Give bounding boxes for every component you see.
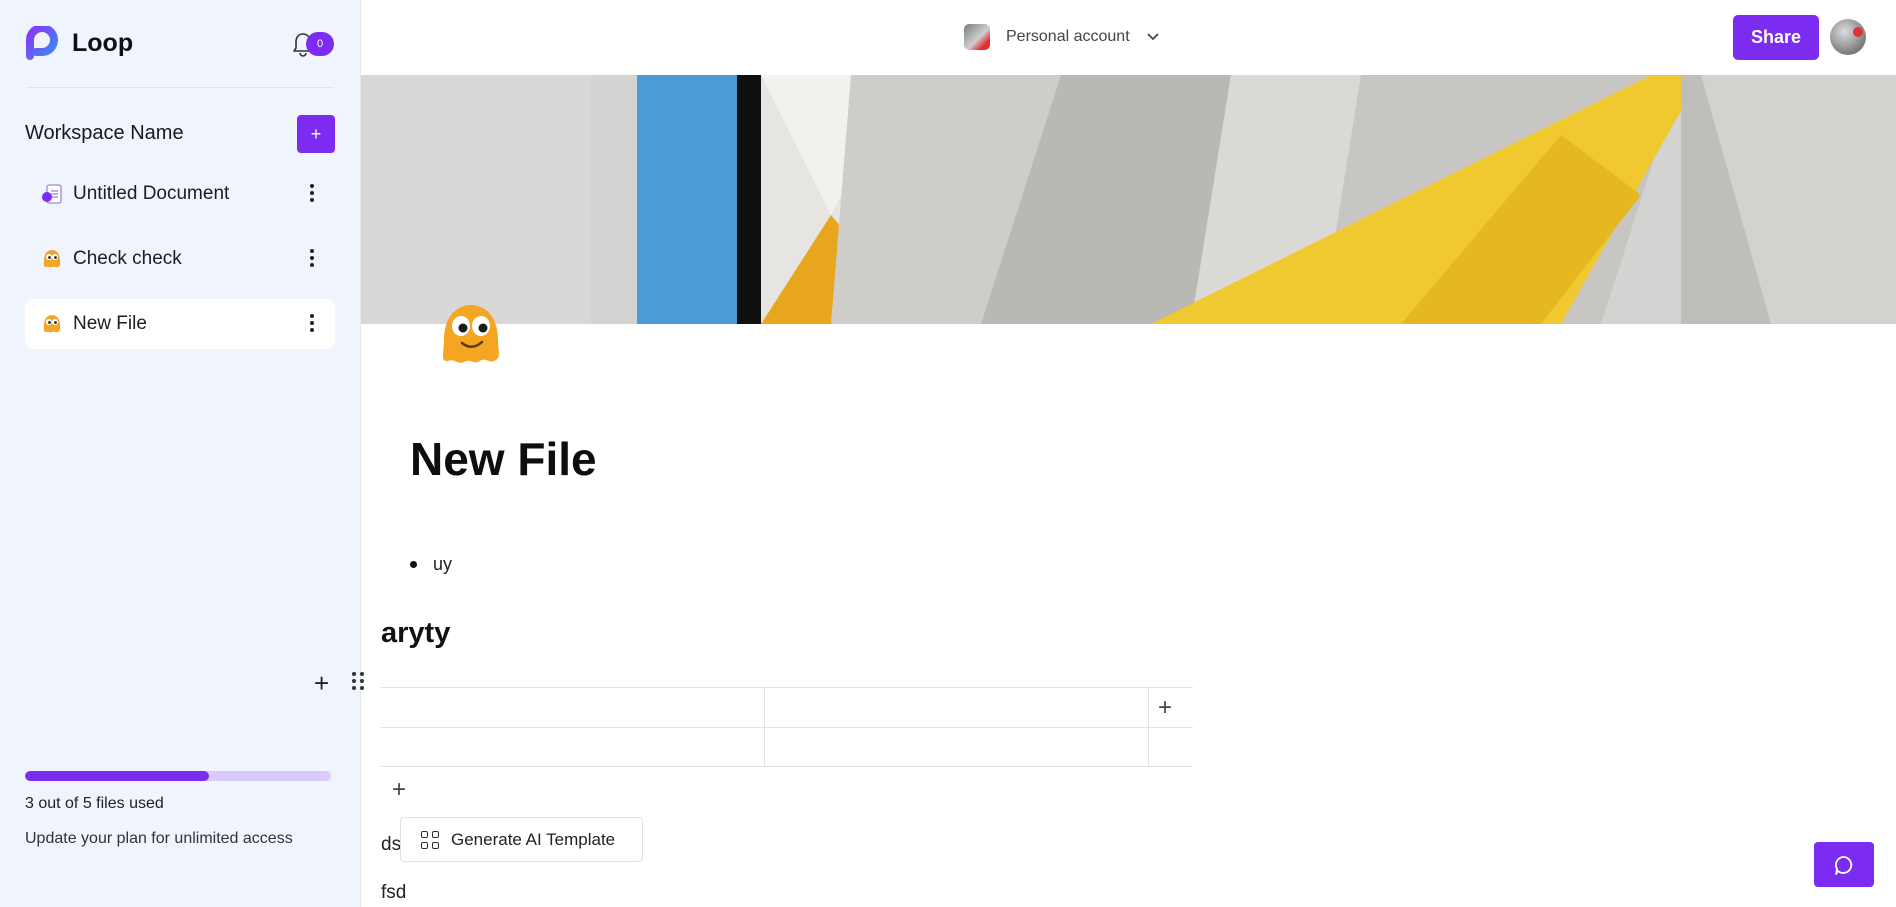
sidebar-item-untitled-document[interactable]: Untitled Document <box>25 169 335 219</box>
more-options-icon[interactable] <box>307 181 317 205</box>
user-avatar[interactable] <box>1830 19 1866 55</box>
document-table <box>381 687 1193 767</box>
generate-ai-template-label: Generate AI Template <box>451 829 616 849</box>
add-document-button[interactable]: + <box>297 115 335 153</box>
brand[interactable]: Loop <box>26 26 133 60</box>
storage-progress-fill <box>25 771 209 781</box>
notifications-button[interactable]: 0 <box>292 30 338 60</box>
more-options-icon[interactable] <box>307 311 317 335</box>
document-icon <box>41 183 63 205</box>
paragraph[interactable]: fsd <box>381 882 406 904</box>
sidebar-item-label: Check check <box>73 248 182 269</box>
drag-handle-icon[interactable] <box>352 672 364 690</box>
app-root: Loop 0 Workspace Name + Untitled Documen… <box>0 0 1896 907</box>
table-cell[interactable] <box>381 688 765 727</box>
loop-logo-icon <box>26 26 58 60</box>
add-column-icon[interactable]: + <box>1158 694 1172 722</box>
files-used-text: 3 out of 5 files used <box>25 795 164 812</box>
sidebar-item-label: Untitled Document <box>73 183 230 204</box>
table-cell[interactable] <box>765 728 1149 766</box>
top-bar: Personal account Share <box>361 0 1896 75</box>
sidebar-item-new-file[interactable]: New File <box>25 299 335 349</box>
paragraph[interactable]: ds <box>381 834 401 856</box>
sidebar-divider <box>26 87 334 88</box>
brand-name: Loop <box>72 28 134 57</box>
storage-progress-bar <box>25 771 331 781</box>
sidebar: Loop 0 Workspace Name + Untitled Documen… <box>0 0 364 907</box>
blob-emoji-icon <box>41 313 63 335</box>
account-switcher[interactable]: Personal account <box>964 24 1160 50</box>
notification-count-badge: 0 <box>306 32 334 56</box>
grid-icon <box>421 830 439 849</box>
table-cell[interactable] <box>765 688 1149 727</box>
add-row-icon[interactable]: + <box>392 776 406 804</box>
upgrade-plan-text[interactable]: Update your plan for unlimited access <box>25 830 293 848</box>
bullet-text: uy <box>433 554 453 574</box>
sidebar-item-label: New File <box>73 313 147 334</box>
bullet-dot-icon <box>410 561 417 568</box>
workspace-title: Workspace Name <box>25 122 184 144</box>
document-title[interactable]: New File <box>410 432 597 486</box>
document-emoji-icon[interactable] <box>436 300 506 370</box>
document-heading[interactable]: aryty <box>381 617 450 650</box>
generate-ai-template-button[interactable]: Generate AI Template <box>400 817 643 862</box>
blob-emoji-icon <box>41 248 63 270</box>
sidebar-item-check-check[interactable]: Check check <box>25 234 335 284</box>
share-button[interactable]: Share <box>1733 15 1819 60</box>
table-cell[interactable] <box>381 728 765 766</box>
account-label: Personal account <box>1006 28 1130 45</box>
more-options-icon[interactable] <box>307 246 317 270</box>
bullet-list-item[interactable]: uy <box>410 554 452 575</box>
chat-button[interactable] <box>1814 842 1874 887</box>
chat-bubble-icon <box>1835 855 1853 875</box>
table-row <box>381 727 1193 767</box>
table-row <box>381 687 1193 727</box>
add-block-icon[interactable]: + <box>314 668 329 699</box>
cover-art <box>361 75 1896 324</box>
account-avatar <box>964 24 990 50</box>
chevron-down-icon <box>1147 33 1159 41</box>
cover-image <box>361 75 1896 324</box>
